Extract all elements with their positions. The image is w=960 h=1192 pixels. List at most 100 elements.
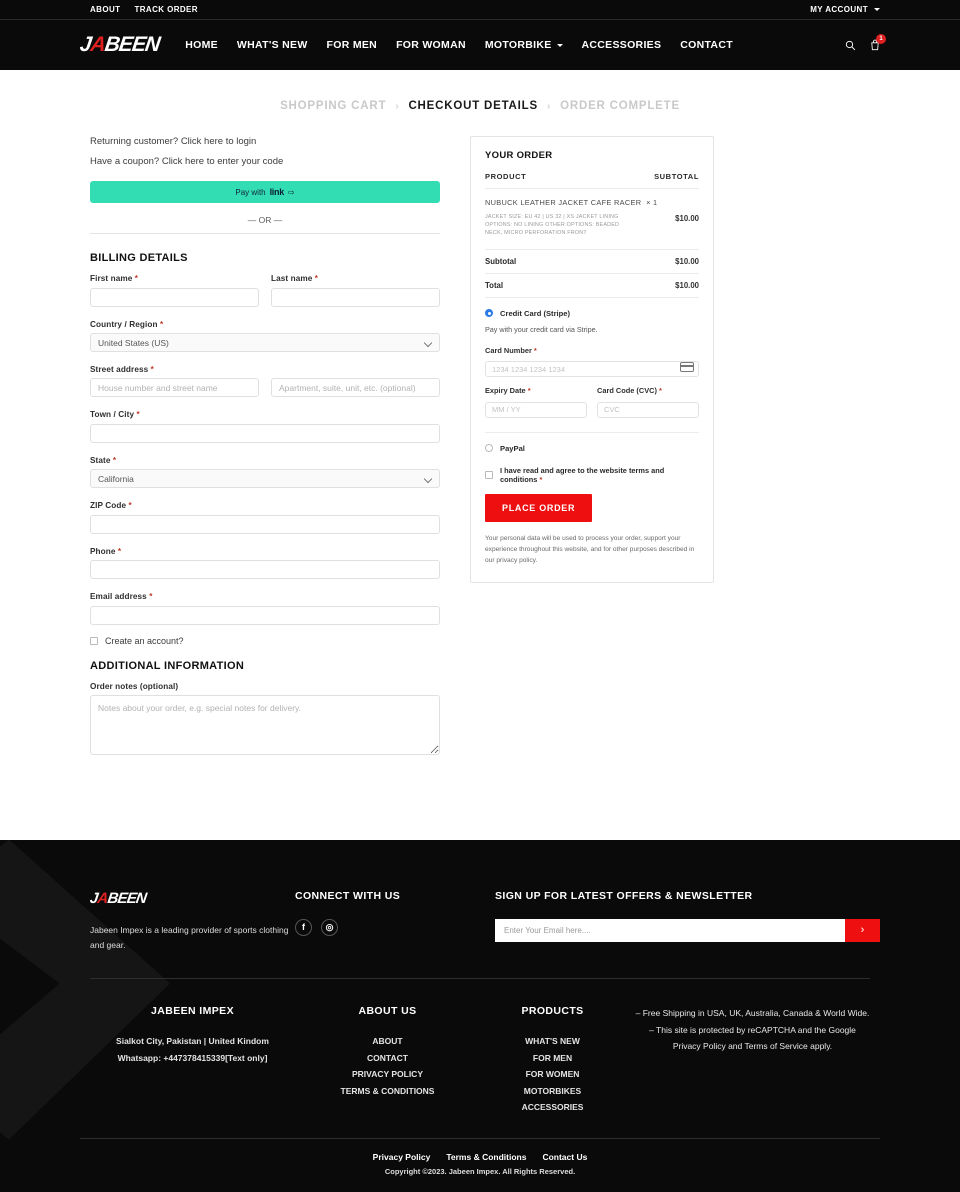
- terms-label: I have read and agree to the website ter…: [500, 465, 665, 484]
- column-header-subtotal: SUBTOTAL: [654, 172, 699, 181]
- create-account-checkbox[interactable]: [90, 636, 98, 645]
- footer-link-contact[interactable]: CONTACT: [305, 1050, 470, 1067]
- nav-item-whats-new[interactable]: WHAT'S NEW: [237, 39, 308, 51]
- newsletter-email-input[interactable]: [495, 918, 845, 942]
- nav-item-home[interactable]: HOME: [185, 39, 218, 51]
- footer-link-for-men[interactable]: FOR MEN: [470, 1050, 635, 1067]
- login-prompt-link[interactable]: Returning customer? Click here to login: [90, 136, 440, 147]
- pay-with-link-button[interactable]: Pay with link ⇨: [90, 181, 440, 203]
- paypal-radio[interactable]: [485, 444, 493, 453]
- required-marker: *: [134, 274, 139, 283]
- facebook-icon[interactable]: f: [295, 918, 312, 936]
- footer-link-motorbikes[interactable]: MOTORBIKES: [470, 1083, 635, 1100]
- nav-item-contact[interactable]: CONTACT: [680, 39, 733, 51]
- expiry-date-input[interactable]: [485, 401, 587, 418]
- nav-item-motorbike[interactable]: MOTORBIKE: [485, 39, 563, 51]
- bottom-link-terms-conditions[interactable]: Terms & Conditions: [446, 1152, 526, 1162]
- phone-input[interactable]: [90, 560, 440, 579]
- my-account-menu[interactable]: MY ACCOUNT: [810, 5, 880, 14]
- bottom-link-privacy-policy[interactable]: Privacy Policy: [373, 1152, 431, 1162]
- footer-link-whats-new[interactable]: WHAT'S NEW: [470, 1033, 635, 1050]
- footer-link-about[interactable]: ABOUT: [305, 1033, 470, 1050]
- footer-link-terms-conditions[interactable]: TERMS & CONDITIONS: [305, 1083, 470, 1100]
- state-select[interactable]: [90, 469, 440, 488]
- street-address-2-input[interactable]: [271, 378, 440, 397]
- stripe-radio[interactable]: [485, 309, 493, 318]
- bottom-link-contact-us[interactable]: Contact Us: [542, 1152, 587, 1162]
- order-line-item: NUBUCK LEATHER JACKET CAFE RACER × 1 JAC…: [485, 189, 699, 250]
- nav-item-accessories[interactable]: ACCESSORIES: [582, 39, 662, 51]
- state-label: State *: [90, 455, 117, 465]
- order-item-name: NUBUCK LEATHER JACKET CAFE RACER × 1: [485, 198, 658, 207]
- create-account-label: Create an account?: [105, 635, 184, 646]
- order-notes-textarea[interactable]: [90, 694, 440, 755]
- cart-button[interactable]: 1: [870, 34, 886, 51]
- email-input[interactable]: [90, 605, 440, 625]
- street-address-label: Street address *: [90, 365, 154, 374]
- search-icon[interactable]: [845, 40, 856, 51]
- zip-code-label: ZIP Code *: [90, 501, 132, 510]
- nav-item-motorbike-label: MOTORBIKE: [484, 39, 552, 51]
- billing-form-column: Returning customer? Click here to login …: [90, 136, 440, 760]
- city-label: Town / City *: [90, 410, 140, 419]
- billing-details-heading: BILLING DETAILS: [90, 252, 188, 264]
- logo-part-2: BEEN: [103, 33, 161, 56]
- terms-row[interactable]: I have read and agree to the website ter…: [485, 466, 699, 484]
- breadcrumb-step-order-complete: ORDER COMPLETE: [560, 100, 680, 112]
- nav-item-for-woman[interactable]: FOR WOMAN: [396, 39, 466, 51]
- site-footer: JABEEN Jabeen Impex is a leading provide…: [0, 839, 960, 1192]
- order-notes-label: Order notes (optional): [90, 681, 179, 691]
- last-name-input[interactable]: [271, 287, 440, 307]
- total-label: Total: [485, 280, 504, 290]
- chevron-down-icon: [874, 8, 880, 11]
- payment-method-paypal[interactable]: PayPal: [485, 433, 699, 453]
- country-select[interactable]: [90, 333, 440, 352]
- cart-count-badge: 1: [876, 34, 886, 44]
- required-marker: *: [159, 319, 164, 329]
- topbar-link-about[interactable]: ABOUT: [90, 5, 120, 14]
- order-subtotal-row: Subtotal $10.00: [485, 250, 699, 274]
- required-marker: *: [112, 455, 117, 465]
- zip-code-input[interactable]: [90, 514, 440, 534]
- required-marker: *: [533, 345, 537, 355]
- required-marker: *: [117, 546, 122, 556]
- cvc-input[interactable]: [597, 401, 699, 418]
- terms-checkbox[interactable]: [485, 470, 493, 479]
- nav-item-for-men[interactable]: FOR MEN: [327, 39, 378, 51]
- shipping-notice: – Free Shipping in USA, UK, Australia, C…: [635, 1007, 870, 1018]
- order-item-variation-meta: JACKET SIZE: EU 42 | US 32 | XS JACKET L…: [485, 213, 620, 237]
- breadcrumb-separator: ›: [395, 100, 400, 112]
- footer-column-company: JABEEN IMPEX Sialkot City, Pakistan | Un…: [80, 1003, 305, 1116]
- order-summary-panel: YOUR ORDER PRODUCT SUBTOTAL NUBUCK LEATH…: [470, 136, 714, 584]
- card-number-input[interactable]: [485, 361, 699, 378]
- footer-column-heading: JABEEN IMPEX: [151, 1004, 234, 1017]
- footer-link-privacy-policy[interactable]: PRIVACY POLICY: [305, 1066, 470, 1083]
- create-account-row[interactable]: Create an account?: [90, 636, 440, 646]
- company-address: Sialkot City, Pakistan | United Kindom: [116, 1035, 269, 1046]
- order-item-price: $10.00: [675, 214, 699, 223]
- credit-card-icon: [680, 361, 694, 372]
- newsletter-submit-button[interactable]: ›: [845, 918, 880, 942]
- place-order-button[interactable]: PLACE ORDER: [485, 493, 593, 522]
- instagram-icon[interactable]: ◎: [321, 918, 338, 936]
- breadcrumb-step-shopping-cart[interactable]: SHOPPING CART: [280, 100, 386, 112]
- required-marker: *: [539, 474, 543, 484]
- footer-column-notices: – Free Shipping in USA, UK, Australia, C…: [635, 1003, 870, 1116]
- footer-column-about: ABOUT US ABOUT CONTACT PRIVACY POLICY TE…: [305, 1003, 470, 1116]
- first-name-input[interactable]: [90, 287, 259, 307]
- city-input[interactable]: [90, 423, 440, 443]
- newsletter-heading: SIGN UP FOR LATEST OFFERS & NEWSLETTER: [495, 889, 753, 902]
- subtotal-label: Subtotal: [485, 256, 517, 266]
- topbar-link-track-order[interactable]: TRACK ORDER: [134, 5, 198, 14]
- coupon-prompt-link[interactable]: Have a coupon? Click here to enter your …: [90, 156, 440, 167]
- footer-link-for-women[interactable]: FOR WOMEN: [470, 1066, 635, 1083]
- payment-method-stripe[interactable]: Credit Card (Stripe): [485, 298, 699, 318]
- last-name-label: Last name *: [271, 274, 319, 283]
- my-account-label: MY ACCOUNT: [810, 5, 868, 14]
- required-marker: *: [659, 386, 662, 396]
- footer-logo[interactable]: JABEEN: [89, 890, 296, 907]
- top-utility-bar: ABOUT TRACK ORDER MY ACCOUNT: [0, 0, 960, 20]
- street-address-input[interactable]: [90, 378, 259, 397]
- footer-link-accessories[interactable]: ACCESSORIES: [470, 1099, 635, 1116]
- site-logo[interactable]: JABEEN: [78, 33, 161, 57]
